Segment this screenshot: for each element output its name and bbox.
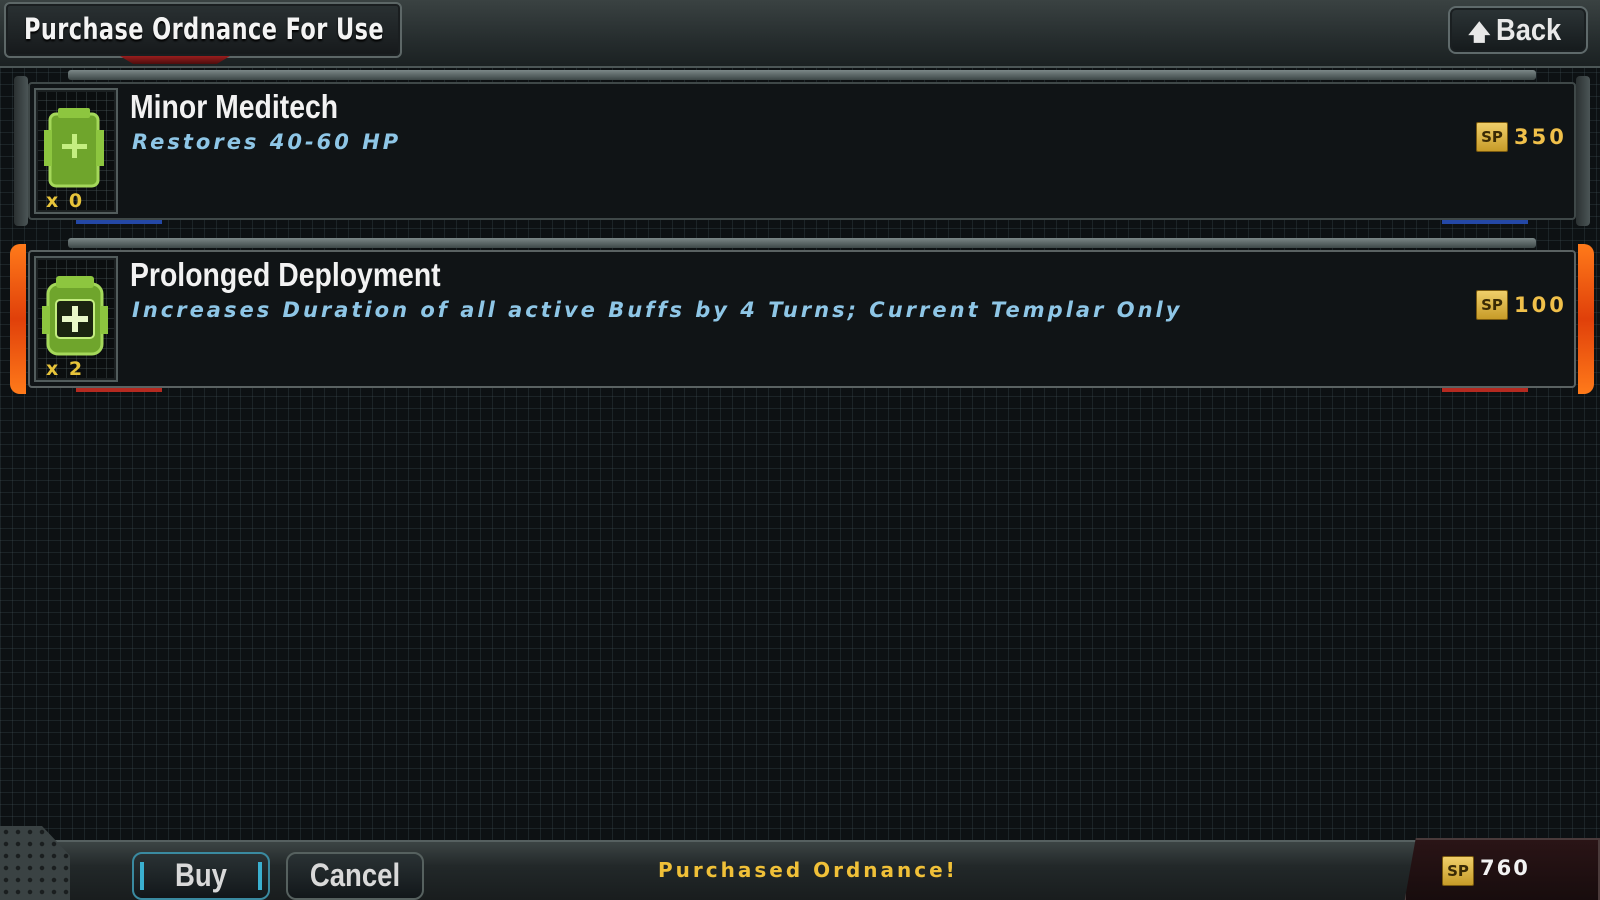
buy-button[interactable]: Buy (132, 852, 270, 900)
item-quantity: x 2 (46, 358, 85, 380)
item-icon-slot: x 0 (34, 88, 118, 214)
row-accent (1442, 220, 1528, 224)
item-name: Minor Meditech (130, 88, 339, 125)
medkit-icon (44, 108, 104, 188)
price-value: 350 (1514, 125, 1567, 149)
status-message: Purchased Ordnance! (658, 858, 958, 882)
sp-balance-value: 760 (1480, 856, 1530, 880)
row-accent (76, 388, 162, 392)
ordnance-item-minor-meditech[interactable]: x 0 Minor Meditech Restores 40-60 HP SP … (14, 70, 1590, 226)
cancel-label: Cancel (309, 857, 401, 893)
sp-currency-icon: SP (1476, 290, 1508, 320)
row-frame (1576, 76, 1590, 226)
ordnance-item-prolonged-deployment[interactable]: x 2 Prolonged Deployment Increases Durat… (10, 238, 1594, 394)
row-accent (76, 220, 162, 224)
row-accent (1442, 388, 1528, 392)
item-price: SP 350 (1476, 122, 1570, 152)
sp-currency-icon: SP (1476, 122, 1508, 152)
back-label: Back (1496, 12, 1562, 47)
row-frame (68, 70, 1536, 80)
sp-balance: SP 760 (1404, 838, 1600, 900)
page-title: Purchase Ordnance For Use (24, 12, 385, 46)
item-description: Restores 40-60 HP (132, 130, 402, 154)
selection-bracket-right (1578, 244, 1594, 394)
price-value: 100 (1514, 293, 1567, 317)
ordnance-screen: Purchase Ordnance For Use 🡅 Back x 0 Min… (0, 0, 1600, 900)
buy-label: Buy (174, 857, 227, 893)
buff-pack-icon (42, 276, 108, 356)
item-name: Prolonged Deployment (130, 256, 441, 293)
sp-currency-icon: SP (1442, 856, 1474, 886)
item-quantity: x 0 (46, 190, 85, 212)
title-plate: Purchase Ordnance For Use (4, 2, 402, 58)
corner-plate (0, 826, 70, 900)
back-button[interactable]: 🡅 Back (1448, 6, 1588, 54)
top-bar: Purchase Ordnance For Use 🡅 Back (0, 0, 1600, 68)
cancel-button[interactable]: Cancel (286, 852, 424, 900)
selection-bracket-left (10, 244, 26, 394)
row-frame (68, 238, 1536, 248)
focus-bracket (258, 862, 262, 890)
item-description: Increases Duration of all active Buffs b… (132, 298, 1183, 322)
item-price: SP 100 (1476, 290, 1570, 320)
item-icon-slot: x 2 (34, 256, 118, 382)
title-accent (120, 56, 230, 64)
arrow-up-icon: 🡅 (1468, 21, 1491, 46)
row-frame (14, 76, 28, 226)
